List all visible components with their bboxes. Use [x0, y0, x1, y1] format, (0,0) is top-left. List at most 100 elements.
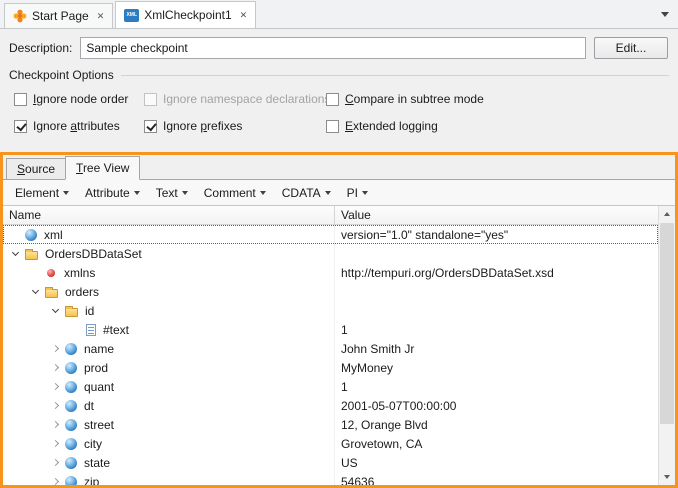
expander-chevron-icon[interactable]	[47, 359, 65, 376]
toolbar-button-label: Comment	[204, 186, 256, 200]
tree-row-xml[interactable]: xmlversion="1.0" standalone="yes"	[3, 225, 658, 244]
node-name: orders	[65, 285, 99, 299]
name-cell: quant	[3, 377, 335, 396]
close-icon[interactable]: ✕	[97, 11, 105, 22]
expander-chevron-icon[interactable]	[47, 340, 65, 357]
node-name: id	[85, 304, 94, 318]
element-icon	[65, 438, 77, 450]
value-cell: version="1.0" standalone="yes"	[335, 228, 658, 242]
name-cell: name	[3, 339, 335, 358]
tree-row-name[interactable]: nameJohn Smith Jr	[3, 339, 658, 358]
element-icon	[65, 400, 77, 412]
element-icon	[65, 362, 77, 374]
checkbox-extended-logging[interactable]: Extended logging	[326, 119, 669, 133]
name-cell: city	[3, 434, 335, 453]
dropdown-caret-icon	[260, 191, 266, 195]
dropdown-caret-icon	[362, 191, 368, 195]
tree-row-orders[interactable]: orders	[3, 282, 658, 301]
toolbar-button-label: Attribute	[85, 186, 130, 200]
value-cell: US	[335, 456, 658, 470]
tree-row-quant[interactable]: quant 1	[3, 377, 658, 396]
column-header-name[interactable]: Name	[3, 206, 335, 224]
tree-row-text[interactable]: #text1	[3, 320, 658, 339]
checkbox-box-icon	[14, 120, 27, 133]
name-cell: #text	[3, 320, 335, 339]
tree-row-state[interactable]: stateUS	[3, 453, 658, 472]
tree-row-ordersdbdataset[interactable]: OrdersDBDataSet	[3, 244, 658, 263]
close-icon[interactable]: ✕	[240, 10, 248, 21]
node-name: city	[84, 437, 102, 451]
column-header-value[interactable]: Value	[335, 206, 675, 224]
expander-chevron-icon[interactable]	[47, 473, 65, 485]
checkbox-ignore-node-order[interactable]: Ignore node order	[14, 92, 144, 106]
node-name: zip	[84, 475, 99, 486]
element-icon	[65, 476, 77, 486]
tab-xmlcheckpoint1[interactable]: XML XmlCheckpoint1 ✕	[115, 1, 256, 28]
checkbox-box-icon	[144, 93, 157, 106]
tab-label: XmlCheckpoint1	[144, 8, 231, 22]
checkbox-compare-in-subtree-mode[interactable]: Compare in subtree mode	[326, 92, 669, 106]
expander-chevron-icon[interactable]	[47, 397, 65, 414]
tree-body: xmlversion="1.0" standalone="yes"OrdersD…	[3, 225, 658, 485]
tree-row-xmlns[interactable]: xmlnshttp://tempuri.org/OrdersDBDataSet.…	[3, 263, 658, 282]
value-cell: 1	[335, 380, 658, 394]
description-input[interactable]	[80, 37, 586, 59]
node-name: quant	[84, 380, 114, 394]
name-cell: prod	[3, 358, 335, 377]
tree-row-id[interactable]: id	[3, 301, 658, 320]
folder-icon	[25, 251, 38, 260]
toolbar-button-label: Text	[156, 186, 178, 200]
tree-row-prod[interactable]: prodMyMoney	[3, 358, 658, 377]
group-divider	[121, 75, 669, 76]
scroll-down-arrow-icon[interactable]	[659, 469, 675, 485]
toolbar-element-button[interactable]: Element	[7, 183, 77, 203]
name-cell: xml	[3, 225, 335, 244]
toolbar-cdata-button[interactable]: CDATA	[274, 183, 339, 203]
toolbar-pi-button[interactable]: PI	[339, 183, 376, 203]
toolbar-comment-button[interactable]: Comment	[196, 183, 274, 203]
folder-icon	[65, 308, 78, 317]
value-cell: MyMoney	[335, 361, 658, 375]
tab-list-chevron-down-icon[interactable]	[661, 12, 669, 17]
checkpoint-options-group: Checkpoint Options Ignore node orderIgno…	[9, 68, 669, 133]
value-cell: 54636	[335, 475, 658, 486]
name-cell: dt	[3, 396, 335, 415]
tree-row-dt[interactable]: dt 2001-05-07T00:00:00	[3, 396, 658, 415]
value-cell: John Smith Jr	[335, 342, 658, 356]
expander-chevron-icon[interactable]	[27, 283, 45, 300]
element-icon	[65, 343, 77, 355]
attribute-icon	[45, 267, 57, 279]
value-cell: Grovetown, CA	[335, 437, 658, 451]
element-icon	[25, 229, 37, 241]
expander-chevron-icon[interactable]	[47, 416, 65, 433]
checkbox-ignore-attributes[interactable]: Ignore attributes	[14, 119, 144, 133]
expander-chevron-icon[interactable]	[47, 302, 65, 319]
expander-chevron-icon[interactable]	[7, 245, 25, 262]
tab-source[interactable]: Source	[6, 158, 66, 179]
node-name: dt	[84, 399, 94, 413]
view-tabs: SourceTree View	[3, 155, 675, 180]
value-cell: 2001-05-07T00:00:00	[335, 399, 658, 413]
edit-button[interactable]: Edit...	[594, 37, 668, 59]
toolbar-text-button[interactable]: Text	[148, 183, 196, 203]
value-cell: http://tempuri.org/OrdersDBDataSet.xsd	[335, 266, 658, 280]
expander-chevron-icon[interactable]	[47, 454, 65, 471]
checkbox-label: Ignore namespace declarations	[163, 92, 330, 106]
scrollbar-thumb[interactable]	[660, 223, 674, 424]
tab-start-page[interactable]: Start Page ✕	[4, 3, 113, 28]
tree-row-city[interactable]: city Grovetown, CA	[3, 434, 658, 453]
tree-row-street[interactable]: street12, Orange Blvd	[3, 415, 658, 434]
checkbox-ignore-prefixes[interactable]: Ignore prefixes	[144, 119, 326, 133]
checkbox-label: Ignore node order	[33, 92, 128, 106]
scroll-up-arrow-icon[interactable]	[659, 206, 675, 222]
checkbox-label: Extended logging	[345, 119, 438, 133]
expander-chevron-icon[interactable]	[47, 378, 65, 395]
folder-icon	[45, 289, 58, 298]
value-cell: 1	[335, 323, 658, 337]
tree-row-zip[interactable]: zip 54636	[3, 472, 658, 485]
expander-chevron-icon[interactable]	[47, 435, 65, 452]
checkbox-box-icon	[326, 120, 339, 133]
tab-tree-view[interactable]: Tree View	[65, 156, 140, 180]
toolbar-attribute-button[interactable]: Attribute	[77, 183, 148, 203]
vertical-scrollbar[interactable]	[658, 206, 675, 485]
